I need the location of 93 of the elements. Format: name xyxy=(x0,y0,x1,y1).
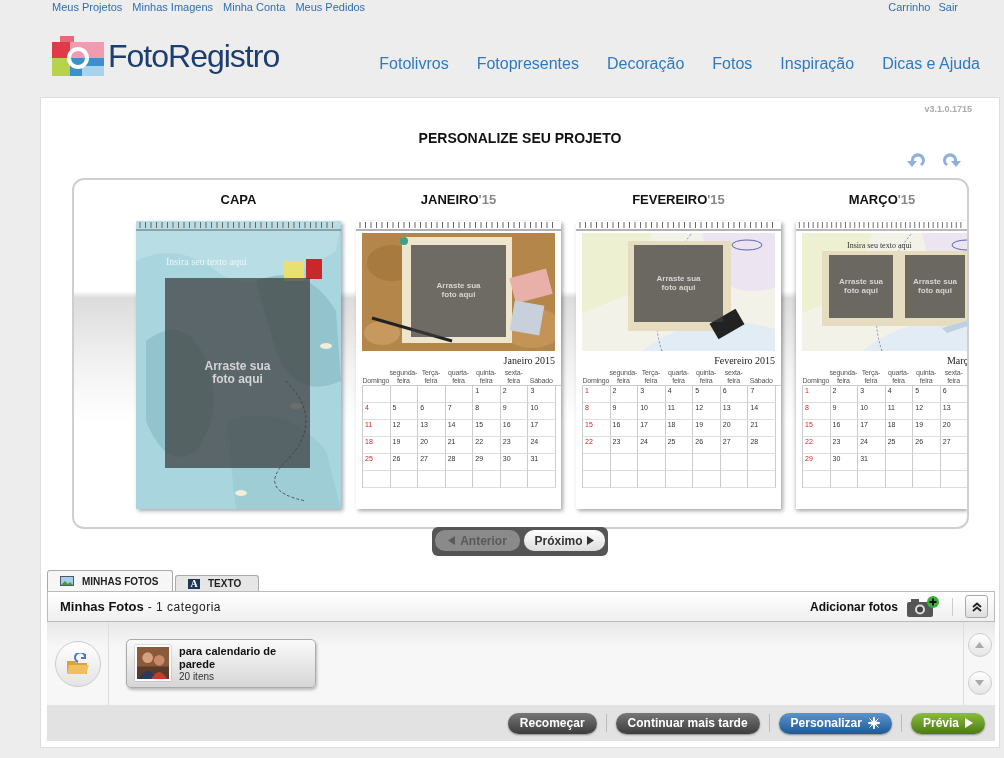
day-cell[interactable] xyxy=(363,386,391,403)
panel-title: Minhas Fotos xyxy=(60,597,144,616)
page-year: '15 xyxy=(897,192,916,207)
day-cell[interactable] xyxy=(830,471,859,488)
collapse-button[interactable] xyxy=(965,595,988,618)
day-cell[interactable] xyxy=(610,471,639,488)
day-cell[interactable] xyxy=(638,471,666,488)
panel-tab[interactable]: MINHAS FOTOS xyxy=(47,570,173,591)
account-link[interactable]: Meus Pedidos xyxy=(295,1,366,13)
scroll-up-button[interactable] xyxy=(967,632,992,657)
day-cell[interactable] xyxy=(803,471,831,488)
action-button[interactable]: Continuar mais tarde xyxy=(615,712,760,734)
day-cell[interactable] xyxy=(748,471,776,488)
day-cell[interactable] xyxy=(858,471,886,488)
logo-text[interactable]: FotoRegistro xyxy=(108,40,280,72)
day-cell[interactable] xyxy=(720,471,749,488)
day-cell[interactable] xyxy=(913,471,941,488)
double-chevron-up-icon xyxy=(971,601,982,612)
day-cell[interactable] xyxy=(885,471,914,488)
day-cell[interactable] xyxy=(693,454,721,471)
photo-drop-zone[interactable]: Arraste sua foto aqui xyxy=(411,245,506,337)
day-cell[interactable] xyxy=(885,454,914,471)
day-cell[interactable] xyxy=(418,471,446,488)
nav-link[interactable]: Decoração xyxy=(606,52,685,76)
page-label: CAPA xyxy=(220,192,257,207)
page-title: PERSONALIZE SEU PROJETO xyxy=(418,130,622,146)
nav-link[interactable]: Dicas e Ajuda xyxy=(882,52,980,76)
calendar-title: Març xyxy=(946,355,967,366)
add-camera-icon[interactable] xyxy=(906,595,940,618)
play-icon xyxy=(965,718,973,728)
day-cell[interactable] xyxy=(720,454,749,471)
day-cell[interactable] xyxy=(390,471,419,488)
day-cell[interactable] xyxy=(500,471,529,488)
account-link[interactable]: Meus Projetos xyxy=(52,1,123,13)
page-label: JANEIRO xyxy=(420,192,479,207)
page-year: '15 xyxy=(707,192,725,207)
item-count: 20 itens xyxy=(179,671,216,682)
day-cell[interactable] xyxy=(363,471,391,488)
scroll-down-button[interactable] xyxy=(967,670,992,695)
day-cell[interactable] xyxy=(693,471,721,488)
day-cell[interactable] xyxy=(390,386,419,403)
text-icon: A xyxy=(188,578,200,589)
photo-folder[interactable]: para calendario de parede 20 itens xyxy=(126,639,316,688)
photo-drop-zone[interactable]: Arraste sua foto aqui xyxy=(905,255,965,318)
day-cell[interactable] xyxy=(665,471,694,488)
page-year: '15 xyxy=(478,192,497,207)
account-link[interactable]: Carrinho xyxy=(888,1,931,13)
photo-drop-zone[interactable]: Arraste sua foto aqui xyxy=(165,278,310,468)
photo-drop-zone[interactable]: Arraste sua foto aqui xyxy=(829,255,893,318)
nav-link[interactable]: Fotopresentes xyxy=(476,52,579,76)
page-label: MARÇO xyxy=(848,192,898,207)
nav-link[interactable]: Fotolivros xyxy=(379,52,449,76)
down-triangle-icon xyxy=(975,679,984,686)
folder-icon xyxy=(65,652,90,675)
day-cell[interactable] xyxy=(913,454,941,471)
action-button[interactable]: Personalizar xyxy=(778,712,892,734)
account-link[interactable]: Minhas Imagens xyxy=(132,1,214,13)
calendar-title: Fevereiro 2015 xyxy=(714,355,775,366)
action-button[interactable]: Recomeçar xyxy=(507,712,597,734)
add-photos-label[interactable]: Adicionar fotos xyxy=(810,597,898,616)
left-triangle-icon xyxy=(448,536,456,545)
day-cell[interactable] xyxy=(445,386,474,403)
image-icon xyxy=(60,576,74,586)
day-cell[interactable] xyxy=(583,454,611,471)
day-cell[interactable] xyxy=(583,471,611,488)
photo-drop-zone[interactable]: Arraste sua foto aqui xyxy=(634,245,723,322)
page-label: FEVEREIRO xyxy=(632,192,708,207)
right-triangle-icon xyxy=(587,536,595,545)
text-placeholder[interactable]: Insira seu texto aqui xyxy=(847,240,912,252)
calendar-title: Janeiro 2015 xyxy=(503,355,555,366)
up-triangle-icon xyxy=(975,641,984,648)
day-cell[interactable] xyxy=(528,471,556,488)
account-link[interactable]: Minha Conta xyxy=(223,1,286,13)
next-button[interactable]: Próximo xyxy=(523,530,605,551)
version-text: v3.1.0.1715 xyxy=(924,104,972,114)
day-cell[interactable] xyxy=(748,454,776,471)
sparkle-icon xyxy=(867,717,880,729)
account-link[interactable]: Sair xyxy=(938,1,958,13)
folder-name: para calendario de parede xyxy=(179,645,278,671)
category-count: - 1 categoria xyxy=(147,598,221,616)
day-cell[interactable] xyxy=(473,471,501,488)
calendar-page[interactable] xyxy=(796,221,967,509)
day-cell[interactable] xyxy=(610,454,639,471)
day-cell[interactable] xyxy=(418,386,446,403)
nav-link[interactable]: Inspiração xyxy=(780,52,855,76)
panel-tab[interactable]: A TEXTO xyxy=(175,575,259,591)
redo-icon[interactable] xyxy=(941,152,961,168)
day-cell[interactable] xyxy=(638,454,666,471)
day-cell[interactable] xyxy=(665,454,694,471)
undo-icon[interactable] xyxy=(907,152,927,168)
logo-icon[interactable] xyxy=(52,36,104,76)
nav-link[interactable]: Fotos xyxy=(712,52,753,76)
day-cell[interactable] xyxy=(445,471,474,488)
